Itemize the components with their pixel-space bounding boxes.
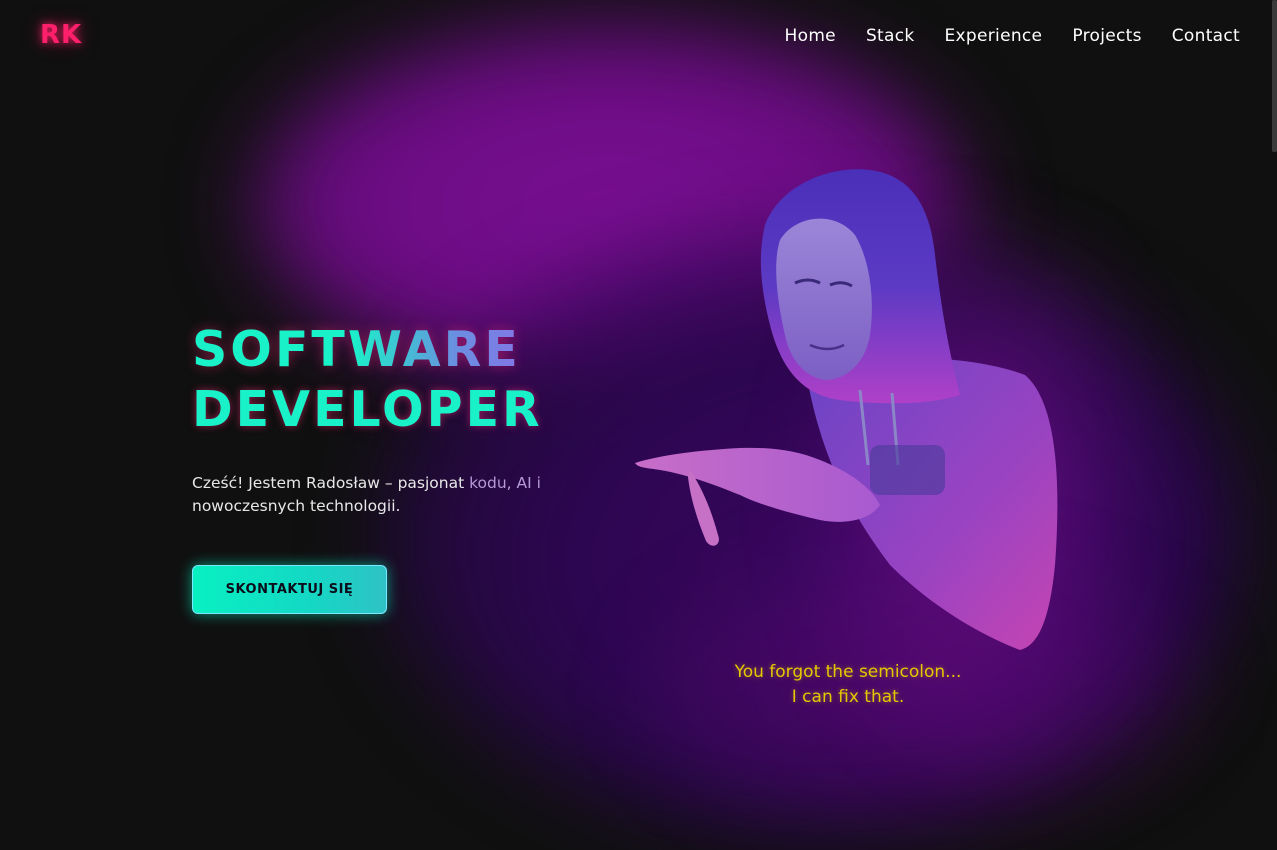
nav-item-stack[interactable]: Stack [866, 26, 915, 46]
hero-intro: Cześć! Jestem Radosław – pasjonat kodu, … [192, 472, 552, 518]
page-scrollbar[interactable] [1272, 0, 1277, 152]
hero-title-line-1: SOFTWARE [192, 320, 543, 380]
main-nav: Home Stack Experience Projects Contact [785, 26, 1240, 46]
nav-item-experience[interactable]: Experience [945, 26, 1043, 46]
hero-quote: You forgot the semicolon... I can fix th… [700, 660, 996, 710]
quote-line-2: I can fix that. [791, 687, 905, 707]
hooded-developer-portrait [635, 169, 1058, 650]
site-logo[interactable]: RK [40, 20, 82, 50]
nav-item-contact[interactable]: Contact [1172, 26, 1240, 46]
quote-line-1: You forgot the semicolon... [734, 662, 962, 682]
intro-text: Cześć! Jestem Radosław – pasjonat [192, 474, 470, 492]
intro-text-fade: kodu, AI i [469, 474, 541, 492]
hero-page: RK Home Stack Experience Projects Contac… [0, 0, 1277, 850]
nav-item-projects[interactable]: Projects [1072, 26, 1141, 46]
contact-button[interactable]: SKONTAKTUJ SIĘ [192, 565, 387, 614]
nav-item-home[interactable]: Home [785, 26, 836, 46]
hero-title: SOFTWARE DEVELOPER [192, 320, 543, 440]
hero-title-line-2: DEVELOPER [192, 381, 543, 438]
intro-text-rest: nowoczesnych technologii. [192, 497, 401, 515]
